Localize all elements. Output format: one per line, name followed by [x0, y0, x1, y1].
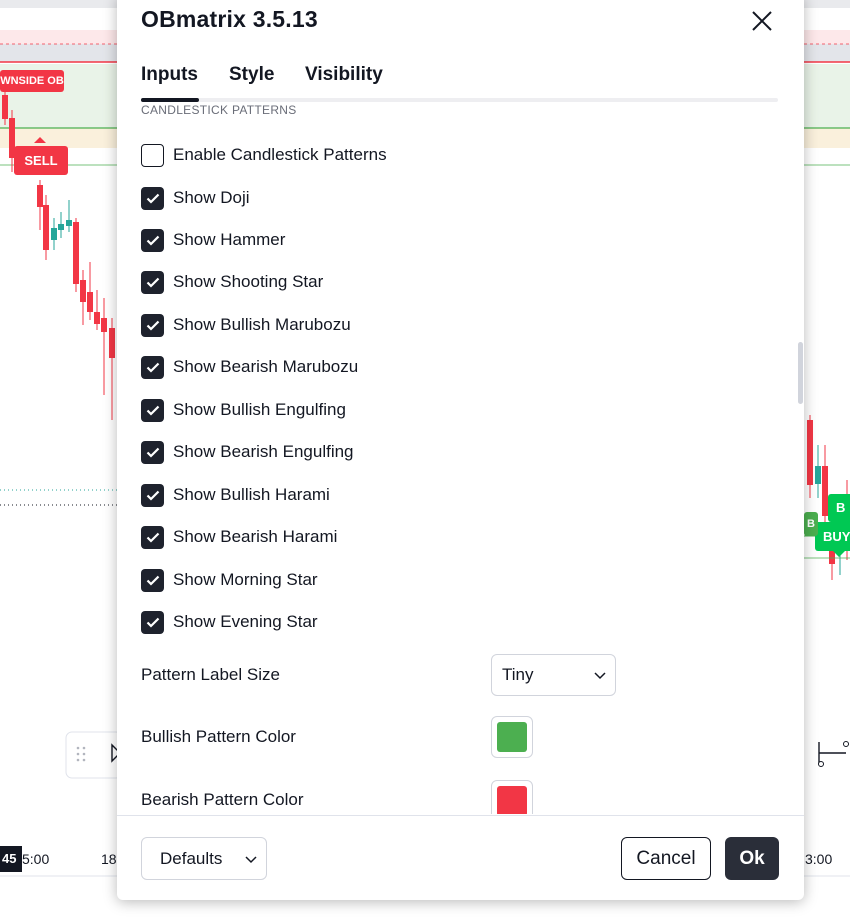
- checkbox-label: Show Bearish Engulfing: [173, 442, 354, 461]
- check-icon: [146, 320, 159, 331]
- checkbox-show-bearish-harami[interactable]: Show Bearish Harami: [141, 525, 337, 549]
- check-icon: [146, 362, 159, 373]
- checkbox-label: Show Bullish Harami: [173, 485, 330, 504]
- check-icon: [146, 235, 159, 246]
- check-icon: [146, 193, 159, 204]
- bullish-pattern-color-label: Bullish Pattern Color: [141, 727, 296, 746]
- bearish-color-picker[interactable]: [491, 780, 533, 814]
- tab-bar: Inputs Style Visibility: [141, 64, 778, 104]
- scrollbar-thumb[interactable]: [798, 342, 803, 404]
- checkbox-enable-candlestick-patterns[interactable]: Enable Candlestick Patterns: [141, 143, 387, 167]
- checkbox-label: Show Bullish Engulfing: [173, 400, 346, 419]
- tab-inputs[interactable]: Inputs: [141, 64, 198, 86]
- check-icon: [146, 277, 159, 288]
- checkbox-show-bullish-harami[interactable]: Show Bullish Harami: [141, 483, 330, 507]
- sell-signal-label: SELL: [14, 146, 68, 175]
- buy-ob-label-edge: B: [804, 512, 818, 536]
- checkbox-label: Show Morning Star: [173, 570, 318, 589]
- check-icon: [146, 447, 159, 458]
- checkbox-label: Show Bearish Marubozu: [173, 357, 359, 376]
- tab-style[interactable]: Style: [229, 64, 274, 86]
- cancel-button[interactable]: Cancel: [621, 837, 711, 880]
- defaults-dropdown-button[interactable]: Defaults: [141, 837, 267, 880]
- inputs-panel: CANDLESTICK PATTERNS Enable Candlestick …: [117, 102, 804, 814]
- time-axis-label: 18: [101, 851, 117, 867]
- checkbox[interactable]: [141, 355, 164, 379]
- bearish-pattern-color-label: Bearish Pattern Color: [141, 790, 304, 809]
- checkbox-show-shooting-star[interactable]: Show Shooting Star: [141, 270, 323, 294]
- chevron-down-icon: [594, 672, 606, 680]
- defaults-label: Defaults: [160, 848, 223, 868]
- check-icon: [146, 490, 159, 501]
- buy-signal-label-edge: B: [828, 494, 850, 522]
- checkbox[interactable]: [141, 568, 164, 592]
- bearish-color-swatch: [497, 786, 527, 814]
- select-value: Tiny: [502, 665, 534, 684]
- checkbox-show-bullish-marubozu[interactable]: Show Bullish Marubozu: [141, 313, 351, 337]
- checkbox-show-doji[interactable]: Show Doji: [141, 186, 250, 210]
- checkbox-show-bullish-engulfing[interactable]: Show Bullish Engulfing: [141, 398, 346, 422]
- pattern-label-size-select[interactable]: Tiny: [491, 654, 616, 696]
- checkbox[interactable]: [141, 313, 164, 337]
- checkbox[interactable]: [141, 440, 164, 464]
- pattern-label-size-label: Pattern Label Size: [141, 665, 280, 684]
- check-icon: [146, 575, 159, 586]
- time-axis-label: 5:00: [22, 851, 50, 867]
- tab-visibility[interactable]: Visibility: [305, 64, 383, 86]
- checkbox-label: Show Bullish Marubozu: [173, 315, 351, 334]
- bullish-color-picker[interactable]: [491, 716, 533, 758]
- checkbox-show-morning-star[interactable]: Show Morning Star: [141, 568, 318, 592]
- check-icon: [146, 617, 159, 628]
- dialog-title: OBmatrix 3.5.13: [141, 6, 318, 32]
- section-header: CANDLESTICK PATTERNS: [141, 103, 297, 117]
- chevron-down-icon: [245, 856, 257, 864]
- check-icon: [146, 405, 159, 416]
- checkbox-label: Enable Candlestick Patterns: [173, 145, 387, 164]
- close-icon: [752, 11, 772, 31]
- buy-signal-label: BUY: [815, 522, 850, 551]
- checkbox-show-bearish-engulfing[interactable]: Show Bearish Engulfing: [141, 440, 354, 464]
- time-axis-badge: 45: [0, 846, 22, 872]
- checkbox[interactable]: [141, 483, 164, 507]
- checkbox[interactable]: [141, 610, 164, 634]
- bullish-color-swatch: [497, 722, 527, 752]
- checkbox[interactable]: [141, 270, 164, 294]
- downside-ob-label: WNSIDE OB: [0, 70, 64, 92]
- scrollbar[interactable]: [798, 102, 804, 814]
- indicator-settings-dialog: OBmatrix 3.5.13 Inputs Style Visibility …: [117, 0, 804, 900]
- checkbox-label: Show Bearish Harami: [173, 527, 338, 546]
- checkbox-label: Show Shooting Star: [173, 272, 324, 291]
- checkbox[interactable]: [141, 398, 164, 422]
- checkbox-label: Show Doji: [173, 188, 250, 207]
- checkbox[interactable]: [141, 525, 164, 549]
- checkbox-label: Show Evening Star: [173, 612, 318, 631]
- time-axis-label: 3:00: [805, 851, 833, 867]
- checkbox[interactable]: [141, 186, 164, 210]
- checkbox-show-hammer[interactable]: Show Hammer: [141, 228, 285, 252]
- checkbox[interactable]: [141, 143, 164, 167]
- footer-divider: [117, 815, 804, 816]
- checkbox-show-evening-star[interactable]: Show Evening Star: [141, 610, 318, 634]
- check-icon: [146, 532, 159, 543]
- checkbox-label: Show Hammer: [173, 230, 286, 249]
- close-button[interactable]: [747, 6, 777, 36]
- checkbox[interactable]: [141, 228, 164, 252]
- ok-button[interactable]: Ok: [725, 837, 779, 880]
- checkbox-show-bearish-marubozu[interactable]: Show Bearish Marubozu: [141, 355, 358, 379]
